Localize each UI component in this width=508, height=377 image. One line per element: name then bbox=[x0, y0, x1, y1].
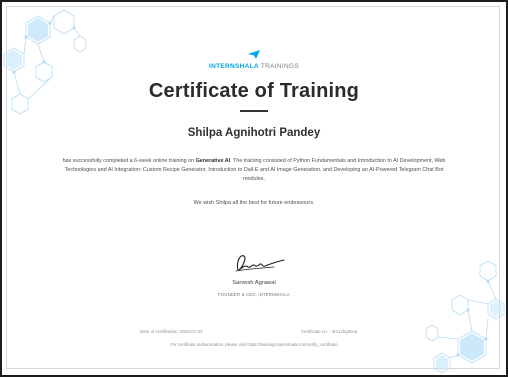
signatory-name: Sarvesh Agrawal bbox=[232, 280, 276, 286]
signature-image bbox=[235, 255, 285, 272]
description-intro: has successfully completed a 6-week onli… bbox=[62, 158, 196, 164]
certificate-number: Certificate no. : 3m12bg8zep bbox=[301, 329, 358, 334]
certification-date: Date of certification: 2025-07-03 bbox=[140, 329, 203, 334]
closing-wish: We wish Shilpa all the best for future e… bbox=[193, 200, 315, 206]
logo-brand: INTERNSHALA bbox=[209, 63, 259, 70]
training-description: has successfully completed a 6-week onli… bbox=[60, 157, 448, 184]
verification-note: For certificate authentication, please v… bbox=[170, 342, 338, 347]
recipient-name: Shilpa Agnihotri Pandey bbox=[187, 127, 321, 139]
logo-suffix: TRAININGS bbox=[258, 63, 299, 70]
paper-plane-icon bbox=[248, 50, 260, 60]
certificate-title: Certificate of Training bbox=[148, 80, 360, 102]
logo-text: INTERNSHALA TRAININGS bbox=[2, 63, 506, 70]
course-name: Generative AI bbox=[195, 158, 231, 164]
internshala-trainings-logo: INTERNSHALA TRAININGS bbox=[2, 46, 506, 70]
title-underline bbox=[240, 110, 268, 112]
certificate-frame: INTERNSHALA TRAININGS Certificate of Tra… bbox=[0, 0, 508, 377]
signatory-role: FOUNDER & CEO, INTERNSHALA bbox=[218, 292, 290, 297]
